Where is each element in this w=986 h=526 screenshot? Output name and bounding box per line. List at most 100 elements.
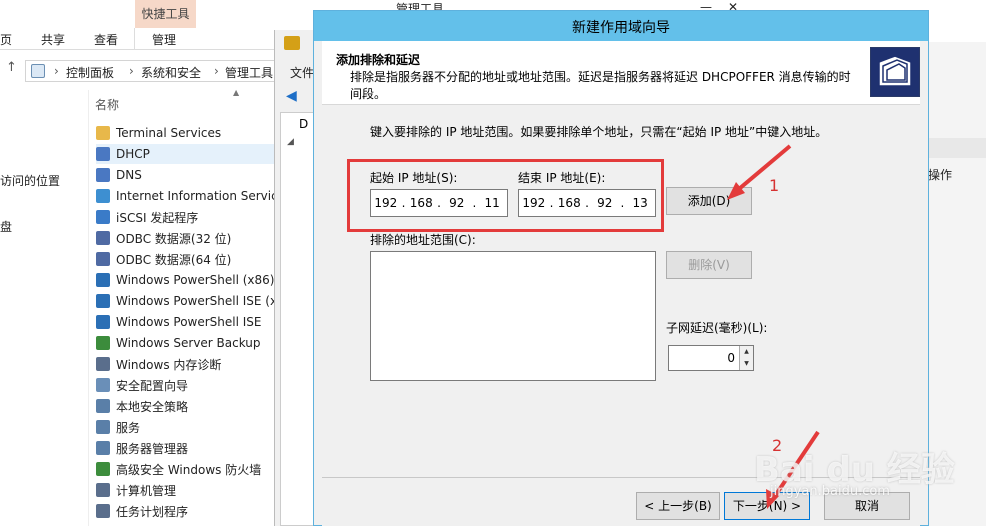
menu-page[interactable]: 页: [0, 31, 12, 48]
shortcut-icon: [96, 399, 110, 413]
shortcut-icon: [96, 420, 110, 434]
file-list-item-label: 服务器管理器: [116, 441, 189, 456]
quick-tools-tab[interactable]: 快捷工具: [135, 0, 196, 28]
file-list-item[interactable]: 计算机管理: [96, 480, 274, 500]
shortcut-icon: [96, 189, 110, 203]
file-list-item[interactable]: 服务器管理器: [96, 438, 274, 458]
shortcut-icon: [96, 315, 110, 329]
file-list-item[interactable]: 服务: [96, 417, 274, 437]
file-list-item-label: 高级安全 Windows 防火墙: [116, 462, 262, 477]
left-navigation: 访问的位置 盘: [0, 90, 78, 526]
add-button[interactable]: 添加(D): [666, 187, 752, 215]
file-list-item-label: Windows Server Backup: [116, 336, 261, 350]
file-list-item[interactable]: iSCSI 发起程序: [96, 207, 274, 227]
file-list-item-label: Windows PowerShell ISE (x86): [116, 294, 274, 308]
file-list-item-label: ODBC 数据源(32 位): [116, 231, 232, 246]
wizard-title-bar: 新建作用域向导: [314, 11, 928, 41]
shortcut-icon: [96, 462, 110, 476]
file-list-item[interactable]: 高级安全 Windows 防火墙: [96, 459, 274, 479]
file-list-item-label: 计算机管理: [116, 483, 177, 498]
file-list-item[interactable]: ODBC 数据源(32 位): [96, 228, 274, 248]
right-window-header: [928, 138, 986, 158]
file-list-item-label: ODBC 数据源(64 位): [116, 252, 232, 267]
file-list-item-label: 本地安全策略: [116, 399, 189, 414]
file-list-item[interactable]: Windows PowerShell (x86): [96, 270, 274, 290]
breadcrumb-sep-1: ›: [54, 64, 59, 78]
breadcrumb-system-security[interactable]: 系统和安全: [141, 64, 201, 81]
file-list-item-label: Windows PowerShell ISE: [116, 315, 262, 329]
wizard-title: 新建作用域向导: [572, 20, 670, 36]
expand-icon[interactable]: ◢: [287, 137, 294, 147]
shortcut-icon: [96, 378, 110, 392]
file-list-item-label: DHCP: [116, 147, 150, 161]
file-list-item[interactable]: DHCP: [96, 144, 274, 164]
subnet-delay-stepper[interactable]: 0 ▲ ▼: [668, 345, 754, 371]
breadcrumb-control-panel[interactable]: 控制面板: [66, 64, 114, 81]
file-list-item[interactable]: Terminal Services: [96, 123, 274, 143]
menu-view[interactable]: 查看: [94, 31, 118, 48]
file-list-item-label: Windows PowerShell (x86): [116, 273, 274, 287]
file-list-item[interactable]: Windows Server Backup: [96, 333, 274, 353]
header-title: 添加排除和延迟: [336, 53, 421, 67]
file-list-item-label: 任务计划程序: [116, 504, 189, 519]
nav-recent-places[interactable]: 访问的位置: [0, 172, 60, 189]
baidu-watermark-url: jingyan.baidu.com: [770, 484, 890, 499]
breadcrumb-sep-3: ›: [214, 64, 219, 78]
menu-manage[interactable]: 管理: [152, 31, 176, 48]
file-list-item-label: Internet Information Services: [116, 189, 274, 203]
file-list-item[interactable]: Internet Information Services: [96, 186, 274, 206]
tree-root[interactable]: D: [299, 117, 308, 131]
dhcp-console-icon: [284, 36, 300, 50]
excluded-ranges-list[interactable]: [370, 251, 656, 381]
shortcut-icon: [96, 357, 110, 371]
file-list-item[interactable]: Windows PowerShell ISE (x86): [96, 291, 274, 311]
spin-down-icon[interactable]: ▼: [740, 358, 753, 370]
file-list-item-label: Terminal Services: [116, 126, 222, 140]
spin-up-icon[interactable]: ▲: [740, 346, 753, 358]
shortcut-icon: [96, 231, 110, 245]
spin-buttons[interactable]: ▲ ▼: [739, 346, 753, 370]
back-button[interactable]: < 上一步(B): [636, 492, 720, 520]
mmc-menu-file[interactable]: 文件: [290, 64, 314, 81]
console-tree: D ◢: [280, 112, 316, 526]
shortcut-icon: [96, 336, 110, 350]
annotation-step-1: 1: [769, 176, 780, 195]
highlight-box: [347, 159, 664, 232]
shortcut-icon: [96, 210, 110, 224]
column-header-name[interactable]: 名称: [95, 96, 119, 113]
shortcut-icon: [96, 294, 110, 308]
breadcrumb-admin-tools[interactable]: 管理工具: [225, 64, 273, 81]
menu-share[interactable]: 共享: [41, 31, 65, 48]
excluded-ranges-label: 排除的地址范围(C):: [370, 233, 476, 247]
shortcut-icon: [96, 504, 110, 518]
menu-separator: [134, 28, 135, 50]
file-list-item-label: Windows 内存诊断: [116, 357, 222, 372]
file-list-item-label: 服务: [116, 420, 141, 435]
file-list-item[interactable]: DNS: [96, 165, 274, 185]
subnet-delay-label: 子网延迟(毫秒)(L):: [666, 321, 768, 335]
file-list-item[interactable]: Windows PowerShell ISE: [96, 312, 274, 332]
shortcut-icon: [96, 441, 110, 455]
address-box[interactable]: › 控制面板 › 系统和安全 › 管理工具: [25, 60, 275, 82]
shortcut-icon: [96, 126, 110, 140]
file-list-item-label: DNS: [116, 168, 142, 182]
arrow-left-icon[interactable]: ◀: [286, 88, 297, 104]
shortcut-icon: [96, 168, 110, 182]
shortcut-icon: [96, 147, 110, 161]
nav-drive[interactable]: 盘: [0, 218, 12, 235]
file-list-item[interactable]: ODBC 数据源(64 位): [96, 249, 274, 269]
file-list-item-label: 安全配置向导: [116, 378, 189, 393]
file-list-item[interactable]: 任务计划程序: [96, 501, 274, 521]
file-list-item[interactable]: 安全配置向导: [96, 375, 274, 395]
shortcut-icon: [96, 483, 110, 497]
actions-label: 操作: [928, 168, 953, 182]
header-description: 排除是指服务器不分配的地址或地址范围。延迟是指服务器将延迟 DHCPOFFER …: [350, 70, 851, 101]
file-list-item[interactable]: 本地安全策略: [96, 396, 274, 416]
file-list-item[interactable]: Windows 内存诊断: [96, 354, 274, 374]
breadcrumb-sep-2: ›: [129, 64, 134, 78]
remove-button[interactable]: 删除(V): [666, 251, 752, 279]
sort-chevron-icon: ▲: [233, 88, 240, 97]
shortcut-icon: [96, 273, 110, 287]
folder-stack-icon: [870, 47, 920, 97]
arrow-up-icon[interactable]: ↑: [6, 60, 17, 75]
